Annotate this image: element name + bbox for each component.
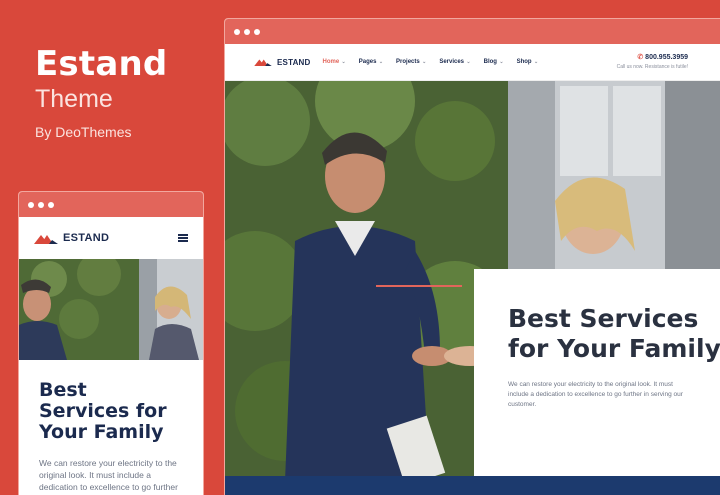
chevron-down-icon: ⌄	[340, 59, 346, 65]
window-dot-icon	[234, 28, 240, 35]
handshake-photo	[19, 259, 203, 360]
bottom-bar	[225, 476, 720, 495]
chevron-down-icon: ⌄	[497, 59, 504, 65]
mobile-header: ESTAND	[19, 217, 203, 259]
window-dot-icon	[28, 201, 34, 208]
menu-item-services[interactable]: Services ⌄	[439, 59, 470, 65]
window-dot-icon	[38, 201, 44, 208]
chevron-down-icon: ⌄	[465, 59, 471, 65]
promo-byline: By DeoThemes	[35, 124, 132, 140]
promo-subtitle: Theme	[35, 85, 113, 113]
mobile-hero-heading: Best Services for Your Family	[39, 379, 167, 443]
window-dot-icon	[48, 201, 54, 208]
menu-item-home[interactable]: Home ⌄	[323, 59, 346, 65]
menu-hamburger-icon[interactable]	[178, 234, 188, 242]
chevron-down-icon: ⌄	[377, 59, 384, 65]
window-dot-icon	[254, 28, 260, 35]
menu-item-projects[interactable]: Projects ⌄	[396, 59, 426, 65]
roof-logo-icon	[34, 234, 58, 244]
accent-line	[376, 285, 462, 287]
phone-icon: ✆	[637, 54, 646, 61]
roof-logo-icon	[254, 59, 272, 66]
mobile-hero-text: We can restore your electricity to the o…	[39, 458, 178, 495]
header-contact: ✆ 800.955.3959 Call us now. Resistance i…	[617, 53, 688, 70]
desktop-hero: Best Services for Your Family We can res…	[225, 81, 720, 481]
logo-text: ESTAND	[63, 232, 110, 244]
promo-title: Estand	[35, 44, 168, 84]
window-dot-icon	[244, 28, 250, 35]
menu-item-shop[interactable]: Shop ⌄	[517, 59, 539, 65]
mobile-hero-photo	[19, 259, 203, 360]
hero-card: Best Services for Your Family We can res…	[474, 269, 720, 479]
desktop-navbar: ESTAND Home ⌄ Pages ⌄ Projects ⌄ Service…	[225, 44, 720, 81]
phone-number[interactable]: ✆ 800.955.3959	[617, 53, 688, 61]
menu-item-pages[interactable]: Pages ⌄	[359, 59, 383, 65]
chevron-down-icon: ⌄	[420, 59, 427, 65]
desktop-mockup: ESTAND Home ⌄ Pages ⌄ Projects ⌄ Service…	[224, 18, 720, 495]
mobile-window-chrome	[19, 192, 203, 217]
mobile-mockup: ESTAND Best Services for Your Family We …	[18, 191, 204, 495]
desktop-hero-text: We can restore your electricity to the o…	[508, 381, 683, 408]
call-text: Call us now. Resistance is futile!	[616, 64, 688, 70]
desktop-hero-heading: Best Services for Your Family	[508, 304, 720, 363]
menu-item-blog[interactable]: Blog ⌄	[484, 59, 504, 65]
main-menu: Home ⌄ Pages ⌄ Projects ⌄ Services ⌄ Blo…	[323, 59, 539, 65]
logo-text: ESTAND	[277, 57, 311, 67]
desktop-logo[interactable]: ESTAND	[254, 58, 311, 67]
chevron-down-icon: ⌄	[532, 59, 539, 65]
desktop-window-chrome	[225, 19, 720, 44]
mobile-logo[interactable]: ESTAND	[34, 232, 109, 244]
